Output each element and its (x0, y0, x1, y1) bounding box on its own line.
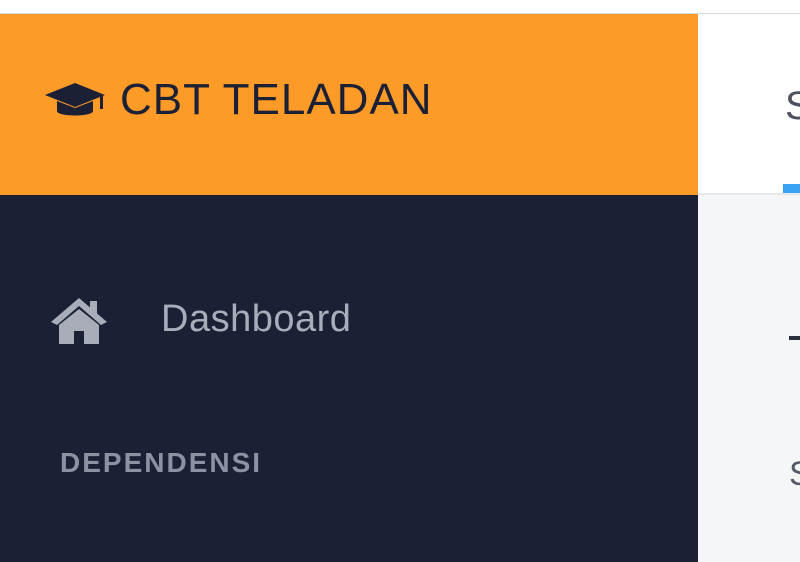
home-icon (51, 298, 107, 344)
active-tab-indicator (783, 184, 800, 193)
main-content: S S (698, 14, 800, 562)
graduation-cap-icon (45, 83, 105, 116)
content-text-fragment: S (789, 454, 800, 494)
sidebar-item-dashboard[interactable]: Dashboard (0, 274, 698, 364)
sidebar-item-label: Dashboard (161, 298, 352, 340)
content-title-fragment (789, 336, 800, 340)
main-header: S (698, 14, 800, 195)
page-title: S (785, 84, 800, 128)
brand-header[interactable]: CBT TELADAN (0, 14, 698, 195)
brand-title: CBT TELADAN (120, 75, 433, 124)
sidebar: CBT TELADAN Dashboard DEPENDENSI (0, 14, 698, 562)
sidebar-section-header: DEPENDENSI (60, 447, 263, 478)
top-edge (0, 0, 800, 14)
